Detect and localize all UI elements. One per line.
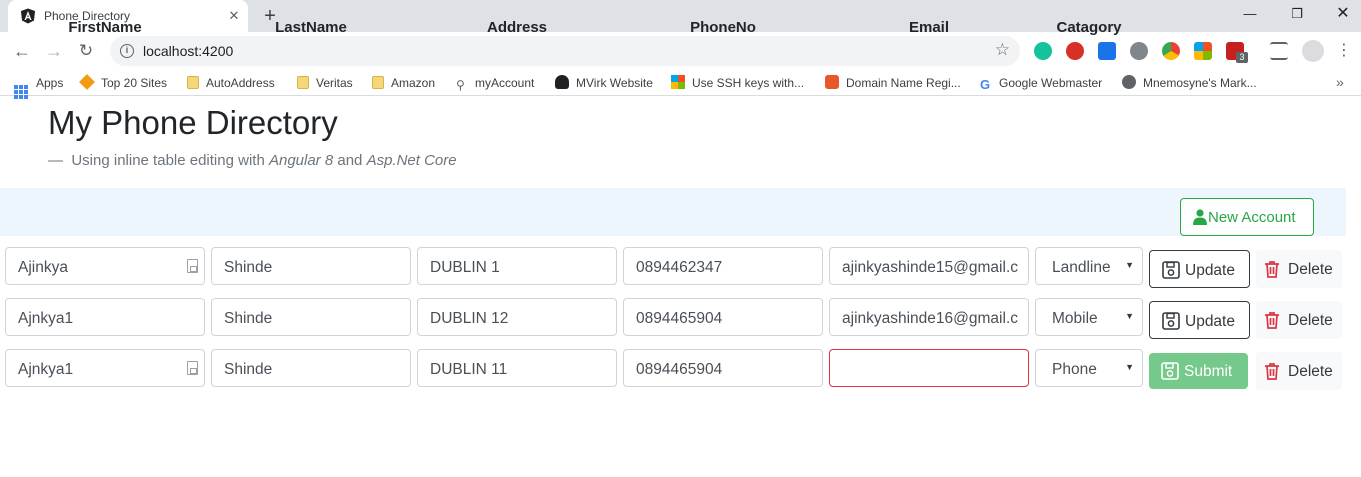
page-title: My Phone Directory	[48, 104, 338, 141]
bookmark-domain-name[interactable]: Domain Name Regi...	[825, 75, 961, 91]
bookmark-extension-icon[interactable]	[1098, 42, 1116, 60]
category-select[interactable]: Landline ▼	[1035, 247, 1143, 285]
google-icon: G	[980, 77, 991, 92]
folder-icon	[297, 76, 309, 89]
email-input[interactable]: ajinkyashinde16@gmail.c	[829, 298, 1029, 336]
chevron-down-icon: ▼	[1125, 362, 1134, 372]
category-select[interactable]: Phone ▼	[1035, 349, 1143, 387]
bookmark-myaccount[interactable]: ⚲ myAccount	[456, 75, 534, 92]
back-icon[interactable]: ←	[10, 40, 34, 62]
submit-button[interactable]: Submit	[1149, 353, 1248, 389]
apps-grid-icon	[14, 85, 28, 99]
update-button[interactable]: Update	[1149, 250, 1250, 288]
save-floppy-icon	[1162, 312, 1180, 330]
bookmark-apps[interactable]: Apps	[14, 75, 63, 99]
grammarly-extension-icon[interactable]	[1034, 42, 1052, 60]
bookmark-mvirk-website[interactable]: MVirk Website	[555, 75, 653, 91]
email-input[interactable]: ajinkyashinde15@gmail.c	[829, 247, 1029, 285]
update-button[interactable]: Update	[1149, 301, 1250, 339]
chrome-extension-icon[interactable]	[1162, 42, 1180, 60]
circle-extension-icon[interactable]	[1130, 42, 1148, 60]
trash-icon	[1265, 363, 1279, 380]
phone-input[interactable]: 0894465904	[623, 298, 823, 336]
chevron-down-icon: ▼	[1125, 311, 1134, 321]
close-window-icon[interactable]: ✕	[1328, 3, 1358, 25]
bookmark-top-20-sites[interactable]: Top 20 Sites	[79, 74, 167, 91]
chevron-down-icon: ▼	[1125, 260, 1134, 270]
lastname-input[interactable]: Shinde	[211, 349, 411, 387]
delete-button[interactable]: Delete	[1256, 301, 1342, 339]
cube-icon	[79, 74, 95, 90]
page-subtitle: — Using inline table editing with Angula…	[48, 152, 457, 169]
restore-icon[interactable]: ❐	[1282, 3, 1312, 25]
header-address: Address	[486, 19, 548, 36]
bookmark-star-icon[interactable]: ☆	[995, 40, 1010, 60]
header-phoneno: PhoneNo	[690, 19, 756, 36]
header-lastname: LastName	[275, 19, 347, 36]
autofill-contact-icon[interactable]	[187, 361, 198, 375]
firstname-input[interactable]: Ajinkya	[5, 247, 205, 285]
delete-button[interactable]: Delete	[1256, 352, 1342, 390]
avatar-icon	[555, 75, 569, 89]
media-playlist-icon[interactable]	[1270, 42, 1288, 60]
folder-icon	[372, 76, 384, 89]
autofill-contact-icon[interactable]	[187, 259, 198, 273]
bookmark-mnemosyne[interactable]: Mnemosyne's Mark...	[1122, 75, 1257, 91]
person-icon: ⚲	[456, 78, 465, 92]
url-text: localhost:4200	[143, 43, 234, 59]
reload-icon[interactable]: ↻	[74, 40, 98, 62]
email-input-invalid[interactable]	[829, 349, 1029, 387]
firstname-input[interactable]: Ajnkya1	[5, 349, 205, 387]
person-add-icon	[1193, 209, 1207, 225]
category-select[interactable]: Mobile ▼	[1035, 298, 1143, 336]
trash-icon	[1265, 261, 1279, 278]
profile-avatar-icon[interactable]	[1302, 40, 1324, 62]
lastname-input[interactable]: Shinde	[211, 298, 411, 336]
new-account-button[interactable]: New Account	[1180, 198, 1314, 236]
minimize-icon[interactable]: —	[1235, 3, 1265, 25]
save-floppy-icon	[1162, 261, 1180, 279]
extension-badge: 3	[1236, 52, 1248, 63]
folder-icon	[187, 76, 199, 89]
phone-input[interactable]: 0894462347	[623, 247, 823, 285]
table-header	[0, 188, 1346, 236]
browser-toolbar: ← → ↻ i localhost:4200 ☆ ⋮	[0, 32, 1361, 70]
header-firstname: FirstName	[68, 19, 142, 36]
site-info-icon[interactable]: i	[120, 44, 134, 58]
bookmark-google-webmaster[interactable]: G Google Webmaster	[980, 75, 1102, 92]
office-extension-icon[interactable]	[1194, 42, 1212, 60]
bookmark-autoaddress[interactable]: AutoAddress	[187, 75, 275, 91]
bookmarks-bar: Apps Top 20 Sites AutoAddress Veritas Am…	[0, 70, 1361, 99]
address-input[interactable]: DUBLIN 1	[417, 247, 617, 285]
forward-icon[interactable]: →	[42, 40, 66, 62]
address-input[interactable]: DUBLIN 11	[417, 349, 617, 387]
header-category: Catagory	[1056, 19, 1122, 36]
address-bar[interactable]: i localhost:4200 ☆	[110, 36, 1020, 66]
trash-icon	[1265, 312, 1279, 329]
menu-kebab-icon[interactable]: ⋮	[1332, 40, 1356, 62]
lastname-input[interactable]: Shinde	[211, 247, 411, 285]
firstname-input[interactable]: Ajnkya1	[5, 298, 205, 336]
bookmark-veritas[interactable]: Veritas	[297, 75, 353, 91]
header-email: Email	[908, 19, 950, 36]
windows-logo-icon	[671, 75, 685, 89]
globe-icon	[1122, 75, 1136, 89]
delete-button[interactable]: Delete	[1256, 250, 1342, 288]
adblock-extension-icon[interactable]	[1066, 42, 1084, 60]
address-input[interactable]: DUBLIN 12	[417, 298, 617, 336]
bookmark-ssh-keys[interactable]: Use SSH keys with...	[671, 75, 804, 91]
domain-icon	[825, 75, 839, 89]
bookmarks-overflow-icon[interactable]: »	[1336, 74, 1344, 90]
bookmark-amazon[interactable]: Amazon	[372, 75, 435, 91]
phone-input[interactable]: 0894465904	[623, 349, 823, 387]
save-floppy-icon	[1161, 362, 1179, 380]
